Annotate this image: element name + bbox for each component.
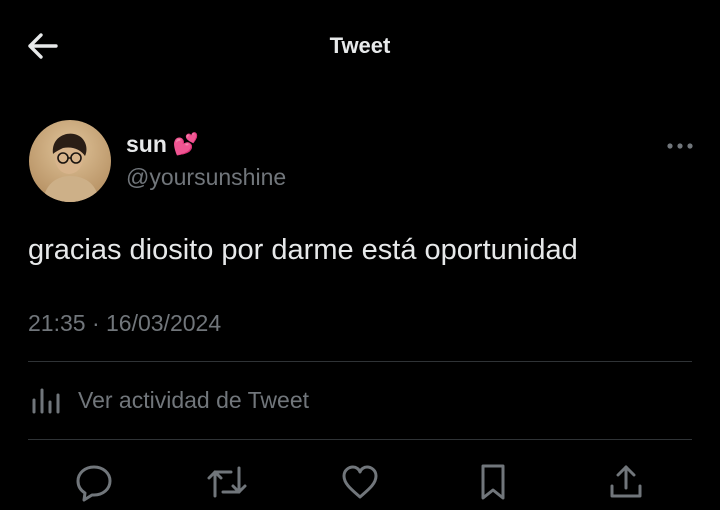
tweet-text: gracias diosito por darme está oportunid… [28, 234, 578, 266]
divider-bottom [28, 439, 692, 440]
tweet-timestamp[interactable]: 21:35 · 16/03/2024 [28, 310, 221, 337]
page-title: Tweet [329, 33, 391, 58]
emoji-heart-icon: 💕 [172, 132, 200, 156]
more-dots-icon [667, 143, 693, 149]
share-icon [610, 465, 642, 498]
view-activity-label: Ver actividad de Tweet [78, 386, 309, 413]
display-name: sun [126, 131, 167, 157]
view-activity-button[interactable]: Ver actividad de Tweet [28, 378, 309, 422]
divider-top [28, 361, 692, 362]
top-bar: Tweet [0, 0, 720, 92]
heart-icon [342, 465, 378, 499]
retweet-button[interactable] [204, 459, 250, 505]
like-button[interactable] [337, 459, 383, 505]
retweet-icon [207, 466, 247, 498]
share-button[interactable] [603, 459, 649, 505]
more-options-button[interactable] [662, 134, 698, 158]
user-handle[interactable]: @yoursunshine [126, 164, 286, 191]
bar-chart-icon [32, 388, 60, 414]
bookmark-button[interactable] [470, 459, 516, 505]
speech-bubble-icon [76, 465, 112, 502]
author-name-row[interactable]: sun 💕 [126, 131, 199, 158]
avatar[interactable] [29, 120, 111, 202]
reply-button[interactable] [71, 459, 117, 505]
avatar-photo [29, 120, 111, 202]
bookmark-icon [481, 464, 505, 500]
